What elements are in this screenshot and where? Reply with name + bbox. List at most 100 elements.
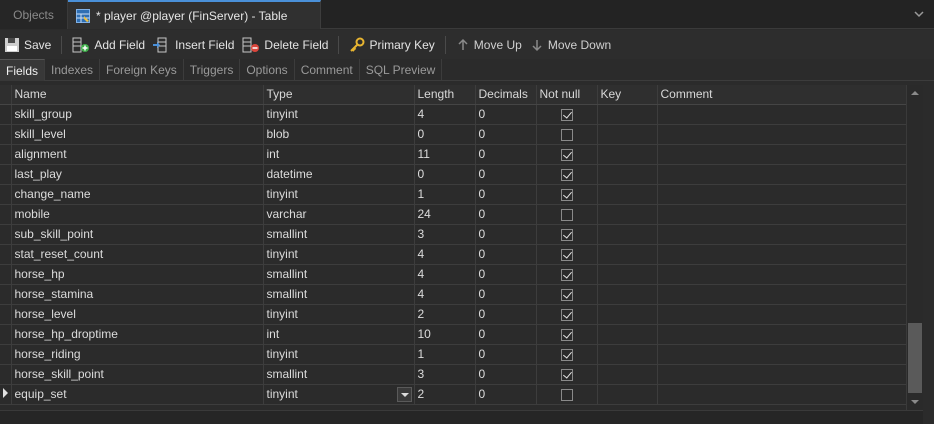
- table-row[interactable]: mobile varchar 24 0: [0, 204, 906, 225]
- row-indicator[interactable]: [0, 104, 12, 125]
- column-header-name[interactable]: Name: [11, 85, 264, 105]
- cell-length[interactable]: 4: [414, 264, 476, 285]
- cell-decimals[interactable]: 0: [475, 104, 537, 125]
- cell-name[interactable]: horse_skill_point: [11, 364, 264, 385]
- cell-comment[interactable]: [657, 384, 906, 405]
- table-row[interactable]: stat_reset_count tinyint 4 0: [0, 244, 906, 265]
- cell-name[interactable]: skill_level: [11, 124, 264, 145]
- table-row[interactable]: horse_riding tinyint 1 0: [0, 344, 906, 365]
- column-header-type[interactable]: Type: [263, 85, 415, 105]
- row-indicator[interactable]: [0, 224, 12, 245]
- not-null-checkbox[interactable]: [560, 228, 573, 241]
- tab-foreign-keys[interactable]: Foreign Keys: [100, 59, 184, 81]
- not-null-checkbox[interactable]: [560, 268, 573, 281]
- cell-key[interactable]: [597, 144, 658, 165]
- not-null-checkbox[interactable]: [560, 388, 573, 401]
- delete-field-button[interactable]: Delete Field: [238, 33, 332, 57]
- row-indicator[interactable]: [0, 204, 12, 225]
- table-row[interactable]: change_name tinyint 1 0: [0, 184, 906, 205]
- cell-decimals[interactable]: 0: [475, 244, 537, 265]
- horizontal-scrollbar[interactable]: [0, 410, 923, 424]
- tab-objects[interactable]: Objects: [0, 0, 68, 29]
- cell-comment[interactable]: [657, 144, 906, 165]
- row-indicator[interactable]: [0, 364, 12, 385]
- tab-triggers[interactable]: Triggers: [184, 59, 241, 81]
- cell-decimals[interactable]: 0: [475, 364, 537, 385]
- table-row[interactable]: skill_level blob 0 0: [0, 124, 906, 145]
- cell-type[interactable]: int: [263, 324, 415, 345]
- not-null-checkbox[interactable]: [560, 208, 573, 221]
- cell-key[interactable]: [597, 104, 658, 125]
- cell-type[interactable]: varchar: [263, 204, 415, 225]
- cell-decimals[interactable]: 0: [475, 344, 537, 365]
- cell-comment[interactable]: [657, 224, 906, 245]
- not-null-checkbox[interactable]: [560, 368, 573, 381]
- cell-type[interactable]: smallint: [263, 284, 415, 305]
- cell-name[interactable]: change_name: [11, 184, 264, 205]
- row-indicator[interactable]: [0, 164, 12, 185]
- cell-length[interactable]: 0: [414, 164, 476, 185]
- cell-key[interactable]: [597, 124, 658, 145]
- cell-comment[interactable]: [657, 304, 906, 325]
- column-header-comment[interactable]: Comment: [657, 85, 906, 105]
- cell-type[interactable]: smallint: [263, 264, 415, 285]
- not-null-checkbox[interactable]: [560, 128, 573, 141]
- table-row[interactable]: horse_hp_droptime int 10 0: [0, 324, 906, 345]
- row-indicator[interactable]: [0, 324, 12, 345]
- not-null-checkbox[interactable]: [560, 348, 573, 361]
- cell-comment[interactable]: [657, 364, 906, 385]
- cell-decimals[interactable]: 0: [475, 164, 537, 185]
- cell-comment[interactable]: [657, 284, 906, 305]
- cell-length[interactable]: 3: [414, 364, 476, 385]
- cell-key[interactable]: [597, 184, 658, 205]
- move-up-button[interactable]: Move Up: [452, 33, 526, 57]
- cell-key[interactable]: [597, 204, 658, 225]
- cell-key[interactable]: [597, 344, 658, 365]
- cell-comment[interactable]: [657, 244, 906, 265]
- cell-length[interactable]: 24: [414, 204, 476, 225]
- cell-type[interactable]: tinyint: [263, 304, 415, 325]
- row-indicator[interactable]: [0, 124, 12, 145]
- cell-key[interactable]: [597, 164, 658, 185]
- cell-comment[interactable]: [657, 104, 906, 125]
- cell-comment[interactable]: [657, 344, 906, 365]
- scroll-up-icon[interactable]: [911, 91, 919, 95]
- scroll-down-icon[interactable]: [911, 400, 919, 404]
- cell-key[interactable]: [597, 384, 658, 405]
- cell-decimals[interactable]: 0: [475, 284, 537, 305]
- cell-decimals[interactable]: 0: [475, 144, 537, 165]
- save-button[interactable]: Save: [0, 33, 55, 57]
- chevron-down-icon[interactable]: [914, 9, 924, 19]
- cell-key[interactable]: [597, 244, 658, 265]
- cell-length[interactable]: 2: [414, 304, 476, 325]
- cell-name[interactable]: equip_set: [11, 384, 264, 405]
- row-indicator[interactable]: [0, 304, 12, 325]
- cell-type[interactable]: tinyint: [263, 184, 415, 205]
- cell-length[interactable]: 4: [414, 244, 476, 265]
- column-header-decimals[interactable]: Decimals: [475, 85, 537, 105]
- tab-indexes[interactable]: Indexes: [45, 59, 101, 81]
- cell-comment[interactable]: [657, 204, 906, 225]
- cell-length[interactable]: 1: [414, 344, 476, 365]
- row-indicator[interactable]: [0, 144, 12, 165]
- cell-decimals[interactable]: 0: [475, 304, 537, 325]
- column-header-length[interactable]: Length: [414, 85, 476, 105]
- cell-name[interactable]: alignment: [11, 144, 264, 165]
- cell-key[interactable]: [597, 284, 658, 305]
- cell-length[interactable]: 11: [414, 144, 476, 165]
- insert-field-button[interactable]: Insert Field: [149, 33, 238, 57]
- table-row[interactable]: skill_group tinyint 4 0: [0, 104, 906, 125]
- cell-type[interactable]: smallint: [263, 224, 415, 245]
- cell-comment[interactable]: [657, 124, 906, 145]
- cell-key[interactable]: [597, 264, 658, 285]
- vertical-scrollbar[interactable]: [906, 85, 923, 410]
- not-null-checkbox[interactable]: [560, 108, 573, 121]
- cell-comment[interactable]: [657, 184, 906, 205]
- cell-type[interactable]: int: [263, 144, 415, 165]
- cell-comment[interactable]: [657, 164, 906, 185]
- not-null-checkbox[interactable]: [560, 308, 573, 321]
- not-null-checkbox[interactable]: [560, 188, 573, 201]
- cell-type[interactable]: smallint: [263, 364, 415, 385]
- cell-name[interactable]: horse_hp_droptime: [11, 324, 264, 345]
- row-indicator[interactable]: [0, 264, 12, 285]
